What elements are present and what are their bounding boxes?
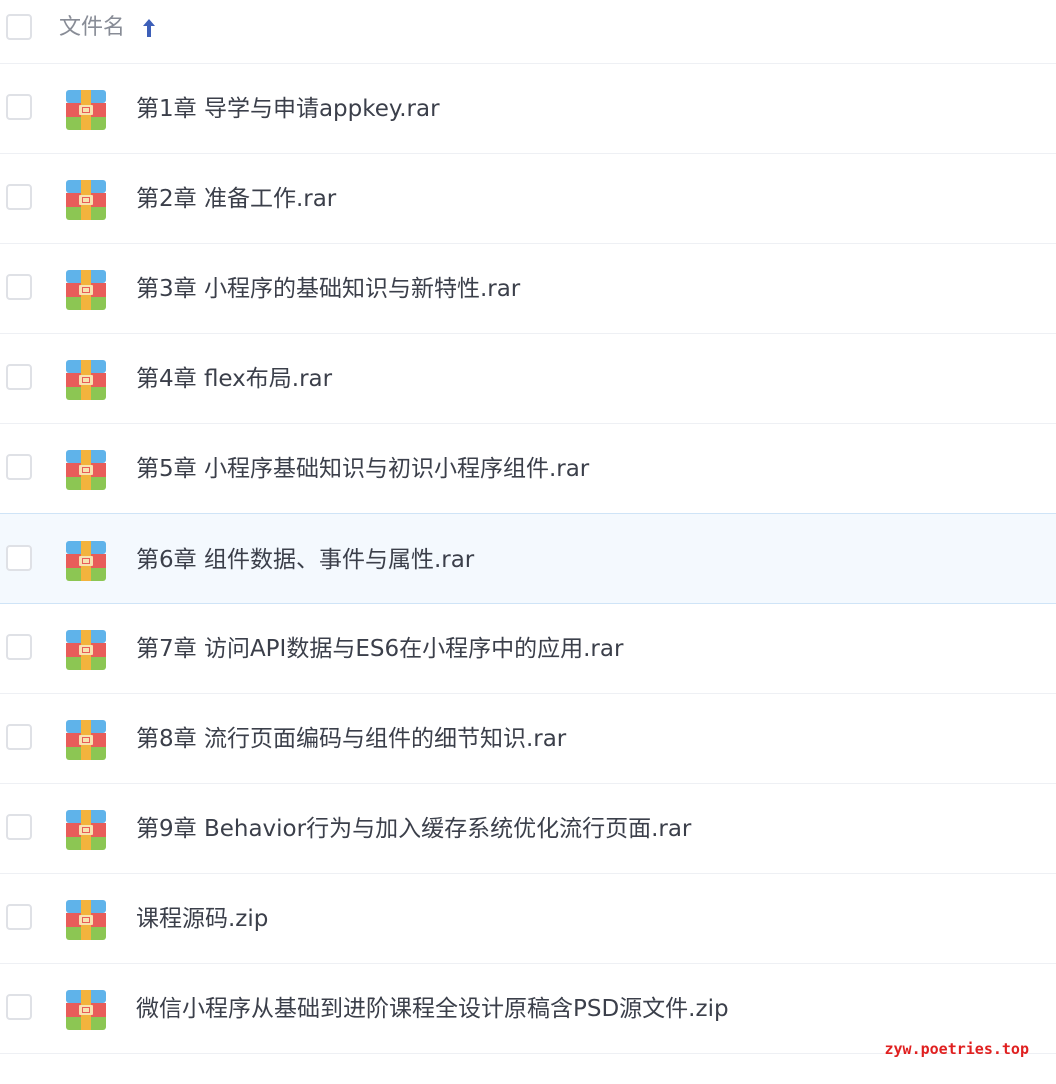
file-row[interactable]: 第4章 flex布局.rar [0, 334, 1056, 424]
file-name[interactable]: 第7章 访问API数据与ES6在小程序中的应用.rar [136, 634, 623, 664]
archive-icon [66, 90, 106, 130]
row-checkbox[interactable] [6, 545, 32, 571]
select-all-checkbox[interactable] [6, 14, 32, 40]
file-row[interactable]: 第7章 访问API数据与ES6在小程序中的应用.rar [0, 604, 1056, 694]
archive-icon [66, 450, 106, 490]
archive-icon [66, 541, 106, 581]
file-name[interactable]: 第2章 准备工作.rar [136, 184, 336, 214]
row-checkbox[interactable] [6, 814, 32, 840]
archive-icon [66, 720, 106, 760]
archive-icon [66, 900, 106, 940]
archive-icon [66, 180, 106, 220]
file-row[interactable]: 第1章 导学与申请appkey.rar [0, 64, 1056, 154]
row-checkbox[interactable] [6, 724, 32, 750]
file-name[interactable]: 第3章 小程序的基础知识与新特性.rar [136, 274, 520, 304]
file-row[interactable]: 第8章 流行页面编码与组件的细节知识.rar [0, 694, 1056, 784]
row-checkbox[interactable] [6, 364, 32, 390]
file-name[interactable]: 第1章 导学与申请appkey.rar [136, 94, 440, 124]
row-checkbox[interactable] [6, 904, 32, 930]
row-checkbox[interactable] [6, 454, 32, 480]
file-row[interactable]: 第5章 小程序基础知识与初识小程序组件.rar [0, 424, 1056, 514]
row-checkbox[interactable] [6, 274, 32, 300]
row-checkbox[interactable] [6, 994, 32, 1020]
row-checkbox[interactable] [6, 94, 32, 120]
file-row[interactable]: 第3章 小程序的基础知识与新特性.rar [0, 244, 1056, 334]
archive-icon [66, 630, 106, 670]
archive-icon [66, 270, 106, 310]
file-name[interactable]: 第6章 组件数据、事件与属性.rar [136, 545, 474, 575]
file-name[interactable]: 第9章 Behavior行为与加入缓存系统优化流行页面.rar [136, 814, 691, 844]
watermark: zyw.poetries.top [884, 1040, 1030, 1058]
file-row[interactable]: 第6章 组件数据、事件与属性.rar [0, 513, 1056, 604]
file-rows: 第1章 导学与申请appkey.rar 第2章 准备工作.rar 第3章 小程序… [0, 64, 1056, 1054]
row-checkbox[interactable] [6, 634, 32, 660]
file-name[interactable]: 微信小程序从基础到进阶课程全设计原稿含PSD源文件.zip [136, 994, 729, 1024]
archive-icon [66, 990, 106, 1030]
archive-icon [66, 360, 106, 400]
archive-icon [66, 810, 106, 850]
file-row[interactable]: 课程源码.zip [0, 874, 1056, 964]
file-name[interactable]: 第5章 小程序基础知识与初识小程序组件.rar [136, 454, 589, 484]
file-row[interactable]: 第9章 Behavior行为与加入缓存系统优化流行页面.rar [0, 784, 1056, 874]
file-list: 文件名 第1章 导学与申请appkey.rar 第2章 准备工作.rar 第3章… [0, 0, 1056, 1084]
file-name[interactable]: 第8章 流行页面编码与组件的细节知识.rar [136, 724, 566, 754]
column-header-filename[interactable]: 文件名 [59, 14, 125, 42]
file-row[interactable]: 第2章 准备工作.rar [0, 154, 1056, 244]
file-list-header: 文件名 [0, 0, 1056, 64]
file-name[interactable]: 第4章 flex布局.rar [136, 364, 332, 394]
row-checkbox[interactable] [6, 184, 32, 210]
file-name[interactable]: 课程源码.zip [136, 904, 268, 934]
sort-ascending-icon[interactable] [141, 17, 157, 39]
